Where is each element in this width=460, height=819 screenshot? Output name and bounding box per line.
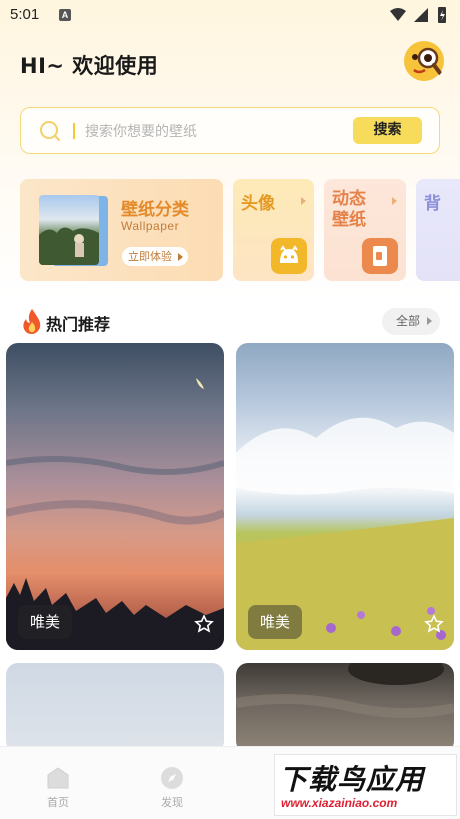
chevron-right-icon [301,197,306,205]
wallpaper-tile[interactable]: 唯美 [6,343,224,650]
search-icon [40,121,60,141]
try-now-button[interactable]: 立即体验 [122,247,188,266]
play-arrow-icon [178,253,183,261]
dynamic-title-line2: 壁纸 [332,210,366,230]
wallpaper-category-subtitle: Wallpaper [121,219,180,233]
text-caret [73,123,75,139]
avatar[interactable] [403,40,445,82]
avatar-face-icon [271,238,307,274]
star-icon[interactable] [424,614,444,634]
nav-label-discover: 发现 [161,796,183,809]
wallpaper-category-title: 壁纸分类 [121,200,189,220]
view-all-button[interactable]: 全部 [382,308,440,335]
nav-label-home: 首页 [47,796,69,809]
home-icon [47,767,69,789]
chevron-right-icon [392,197,397,205]
view-all-label: 全部 [396,314,421,328]
tile-tag: 唯美 [248,605,303,639]
dynamic-title-line1: 动态 [332,189,366,209]
animal-image [236,663,454,718]
nav-item-discover[interactable]: 发现 [142,765,202,810]
chevron-right-icon [427,317,432,325]
fire-icon [23,309,41,334]
dynamic-wallpaper-icon [362,238,398,274]
watermark-url: www.xiazainiao.com [281,796,398,810]
try-now-label: 立即体验 [128,250,172,263]
background-category-title: 背 [424,194,441,214]
status-time: 5:01 [10,6,40,23]
wallpaper-tile[interactable] [6,663,224,753]
status-bar: 5:01 A [0,0,460,32]
wallpaper-preview-image [39,195,99,265]
wifi-icon [390,8,406,21]
notification-icon: A [59,9,71,21]
sunset-image [6,378,224,650]
search-input[interactable]: 搜索你想要的壁纸 [85,121,197,141]
category-card-dynamic[interactable]: 动态 壁纸 [324,179,406,281]
status-icons [390,7,446,23]
avatar-category-title: 头像 [241,194,275,214]
wallpaper-tile[interactable]: 唯美 [236,343,454,650]
wallpaper-tile[interactable] [236,663,454,753]
tile-tag: 唯美 [18,605,73,639]
search-button[interactable]: 搜索 [353,117,422,144]
star-icon[interactable] [194,614,214,634]
dynamic-category-title: 动态 壁纸 [332,189,366,231]
meadow-image [236,417,454,650]
nav-item-home[interactable]: 首页 [28,765,88,810]
section-title: 热门推荐 [46,315,111,334]
greeting-title: HI~ 欢迎使用 [20,54,159,78]
compass-icon [161,767,183,789]
signal-icon [414,8,428,22]
watermark-title: 下载鸟应用 [279,763,425,796]
category-card-wallpaper[interactable]: 壁纸分类 Wallpaper 立即体验 [20,179,223,281]
search-bar[interactable]: 搜索你想要的壁纸 搜索 [20,107,440,154]
category-card-background[interactable]: 背 [416,179,460,281]
watermark: 下载鸟应用 www.xiazainiao.com [274,754,457,816]
category-card-avatar[interactable]: 头像 [233,179,314,281]
